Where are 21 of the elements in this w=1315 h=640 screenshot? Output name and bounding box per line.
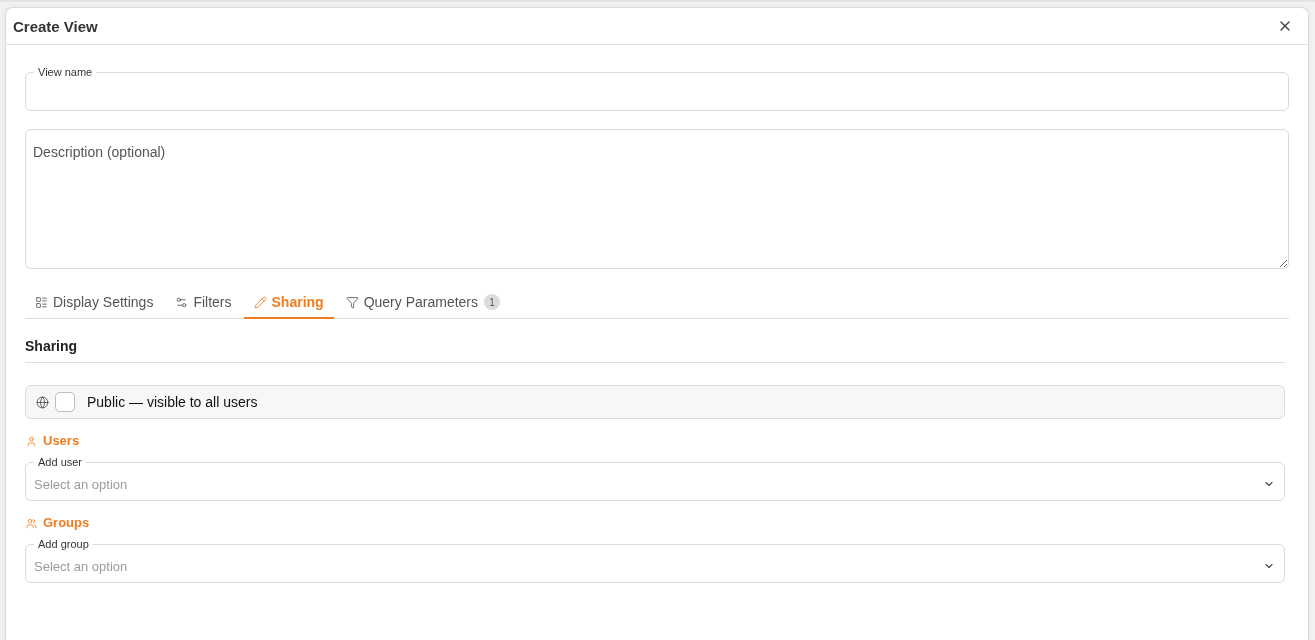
list-icon — [35, 295, 48, 309]
public-checkbox[interactable] — [55, 392, 75, 412]
section-label: Groups — [43, 514, 90, 532]
tab[interactable]: Filters — [165, 287, 242, 319]
section-heading: Sharing — [25, 337, 78, 355]
tab[interactable]: Query Parameters 1 — [335, 287, 510, 319]
description-field[interactable]: Description (optional) — [25, 129, 1289, 269]
dialog-title: Create View — [13, 17, 98, 35]
tab[interactable]: Display Settings — [25, 287, 164, 319]
funnel-icon — [345, 295, 359, 309]
select-field[interactable]: Add group Select an option — [25, 539, 1285, 583]
count-badge: 1 — [484, 294, 500, 310]
user-icon — [26, 435, 37, 447]
select-field[interactable]: Add user Select an option — [25, 457, 1285, 501]
sliders-icon — [175, 295, 189, 309]
pencil-icon — [253, 295, 267, 309]
view-name-field[interactable]: View name — [25, 67, 1289, 111]
globe-icon — [36, 395, 49, 409]
users-icon — [26, 517, 37, 529]
section-label: Users — [43, 432, 80, 450]
public-label: Public — visible to all users — [87, 394, 258, 410]
